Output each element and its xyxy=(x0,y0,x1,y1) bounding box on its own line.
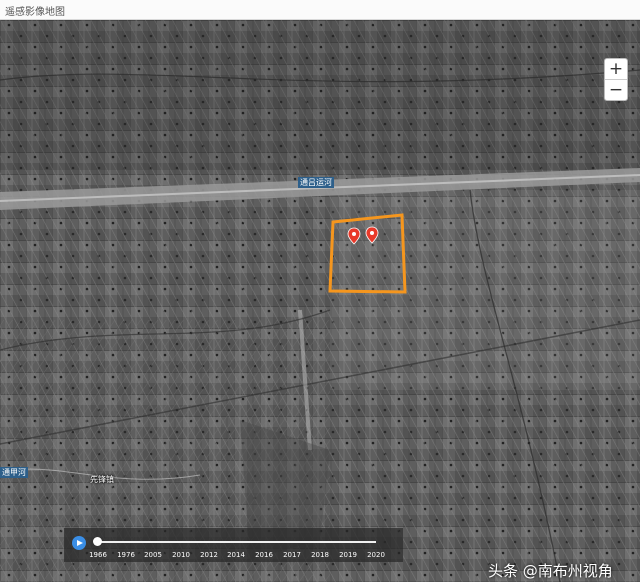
timeline-years: 1966 1976 2005 2010 2012 2014 2016 2017 … xyxy=(64,551,403,561)
river-label: 通甲河 xyxy=(0,467,28,478)
zoom-in-button[interactable]: + xyxy=(605,59,627,79)
timeline-bar: 1966 1976 2005 2010 2012 2014 2016 2017 … xyxy=(64,528,403,562)
year-label[interactable]: 1966 xyxy=(89,551,107,559)
year-label[interactable]: 2010 xyxy=(172,551,190,559)
year-label[interactable]: 2020 xyxy=(367,551,385,559)
canal-label: 通吕运河 xyxy=(298,177,334,188)
year-label[interactable]: 2012 xyxy=(200,551,218,559)
zoom-out-button[interactable]: − xyxy=(605,79,627,100)
window-title: 遥感影像地图 xyxy=(5,7,65,18)
play-icon[interactable] xyxy=(72,536,86,550)
year-label[interactable]: 2017 xyxy=(283,551,301,559)
year-label[interactable]: 2018 xyxy=(311,551,329,559)
year-label[interactable]: 2014 xyxy=(227,551,245,559)
town-label: 先锋镇 xyxy=(90,475,114,484)
timeline-handle[interactable] xyxy=(93,537,102,546)
satellite-map[interactable]: + − 通吕运河 通甲河 先锋镇 头条 @南布州视角 xyxy=(0,20,640,582)
timeline-track[interactable] xyxy=(96,541,376,543)
watermark: 头条 @南布州视角 xyxy=(488,562,613,580)
year-label[interactable]: 2016 xyxy=(255,551,273,559)
year-label[interactable]: 2005 xyxy=(144,551,162,559)
zoom-control: + − xyxy=(604,58,628,101)
year-label[interactable]: 2019 xyxy=(339,551,357,559)
window-titlebar: 遥感影像地图 xyxy=(0,0,640,20)
year-label[interactable]: 1976 xyxy=(117,551,135,559)
satellite-imagery xyxy=(0,20,640,582)
